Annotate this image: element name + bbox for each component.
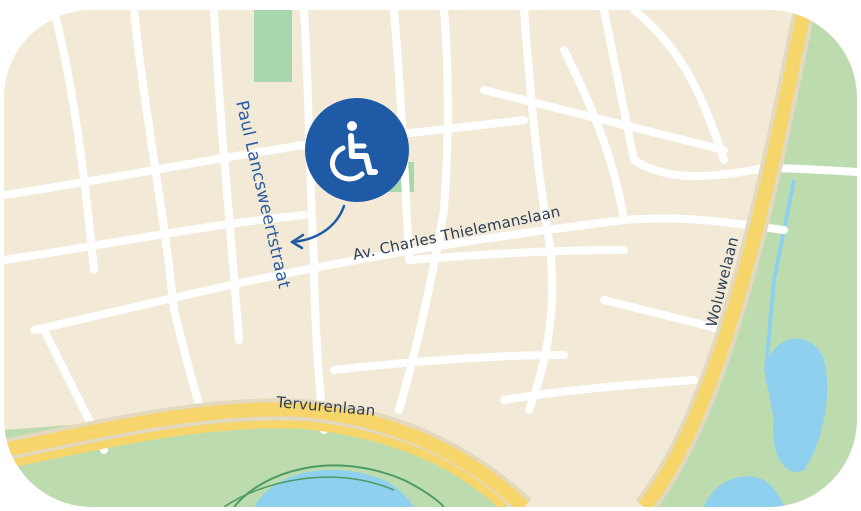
map-frame[interactable]: Av. Charles Thielemanslaan Tervurenlaan … [4, 10, 857, 507]
wheelchair-accessible-marker[interactable] [305, 98, 409, 202]
map-canvas[interactable]: Av. Charles Thielemanslaan Tervurenlaan … [4, 10, 857, 507]
marker-circle [305, 98, 409, 202]
park-block [254, 10, 292, 82]
